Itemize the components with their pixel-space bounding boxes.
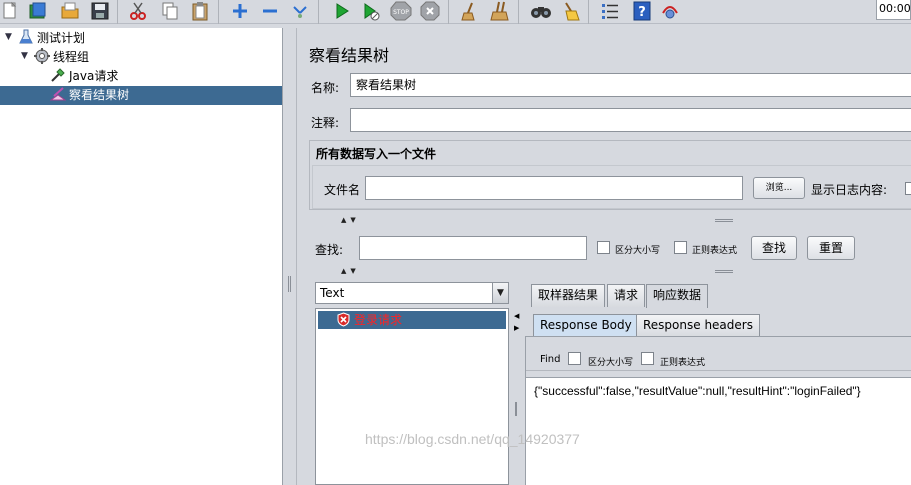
elapsed-time-display: 00:00: [876,0,911,20]
browse-button[interactable]: 浏览... [753,177,805,199]
find-regex-checkbox[interactable] [641,352,654,365]
svg-text:?: ? [638,5,646,20]
watermark: https://blog.csdn.net/qq_14920377 [365,431,580,447]
chevron-left-icon[interactable]: ◀ [514,312,519,320]
start-no-pause-icon[interactable] [361,1,381,21]
tree-collapse-toggle[interactable]: ▼ [21,51,28,61]
comment-field[interactable] [350,108,911,132]
response-body-text[interactable]: {"successful":false,"resultValue":null,"… [526,377,911,485]
toolbar: STOP ? 00:00: [0,0,911,24]
main-splitter[interactable] [284,28,294,485]
find-regex-label: 正则表达式 [660,358,706,368]
renderer-select[interactable]: Text ▼ [315,282,509,304]
list-item[interactable]: 登录请求 [318,311,506,329]
tree-node-view-results-tree[interactable]: 察看结果树 [0,86,282,105]
templates-icon[interactable] [28,1,48,21]
remote-icon[interactable] [660,1,680,21]
write-to-file-section: 所有数据写入一个文件 文件名 浏览... 显示日志内容: [309,140,911,210]
start-icon[interactable] [332,1,352,21]
cut-icon[interactable] [128,1,148,21]
reset-button[interactable]: 重置 [807,236,855,260]
find-case-label: 区分大小写 [588,358,634,368]
expand-icon[interactable] [230,1,250,21]
thread-group-icon [34,48,50,64]
write-to-file-title: 所有数据写入一个文件 [316,147,437,161]
reset-search-icon[interactable] [560,1,580,21]
tab-response-headers[interactable]: Response headers [636,314,760,337]
error-shield-icon [336,312,351,327]
tab-response-body[interactable]: Response Body [533,314,639,337]
search-icon[interactable] [530,1,551,21]
copy-icon[interactable] [160,1,180,21]
find-label: Find [540,354,561,365]
listener-icon [49,86,67,102]
regex-checkbox[interactable] [674,241,687,254]
page-title: 察看结果树 [309,46,390,65]
help-icon[interactable]: ? [632,1,652,21]
chevron-right-icon[interactable]: ▶ [514,324,519,332]
section-splitter[interactable]: ▲▼ [309,216,911,225]
sampler-icon [50,67,66,83]
toggle-icon[interactable] [290,1,310,21]
response-find-bar: Find 区分大小写 正则表达式 [526,345,911,371]
tree-node-java-request[interactable]: Java请求 [50,67,118,86]
response-view: Find 区分大小写 正则表达式 {"successful":false,"re… [525,336,911,485]
find-case-checkbox[interactable] [568,352,581,365]
stop-icon[interactable]: STOP [390,1,412,21]
regex-label: 正则表达式 [692,246,738,256]
listener-config-panel: 察看结果树 名称: 察看结果树 注释: 所有数据写入一个文件 文件名 浏览...… [296,28,911,485]
tree-node-thread-group[interactable]: 线程组 [34,48,89,67]
log-content-label: 显示日志内容: [811,183,888,197]
shutdown-icon[interactable] [420,1,440,21]
search-label: 查找: [315,243,344,257]
find-button[interactable]: 查找 [751,236,797,260]
filename-label: 文件名 [324,183,361,197]
tab-response-data[interactable]: 响应数据 [646,284,709,308]
log-errors-checkbox[interactable] [905,182,911,195]
name-field[interactable]: 察看结果树 [350,73,911,97]
paste-icon[interactable] [190,1,210,21]
tree-node-test-plan[interactable]: 测试计划 [18,29,85,48]
tab-request[interactable]: 请求 [607,284,646,307]
function-helper-icon[interactable] [600,1,620,21]
filename-field[interactable] [365,176,743,200]
tab-sampler-result[interactable]: 取样器结果 [531,284,606,307]
save-icon[interactable] [90,1,110,21]
open-icon[interactable] [60,1,80,21]
case-sensitive-checkbox[interactable] [597,241,610,254]
results-splitter[interactable]: ◀ ▶ [511,282,521,485]
clear-icon[interactable] [460,1,480,21]
clear-all-icon[interactable] [490,1,510,21]
comment-label: 注释: [311,116,340,130]
sample-results-list: 登录请求 [315,308,509,485]
new-icon[interactable] [0,1,20,21]
collapse-icon[interactable] [260,1,280,21]
name-label: 名称: [311,81,340,95]
svg-text:STOP: STOP [393,9,409,16]
search-field[interactable] [359,236,587,260]
section-splitter[interactable]: ▲▼ [309,267,911,276]
tree-collapse-toggle[interactable]: ▼ [5,32,12,42]
case-sensitive-label: 区分大小写 [615,246,661,256]
test-plan-tree: ▼ 测试计划 ▼ 线程组 Java请求 察看结果树 [0,28,283,485]
chevron-down-icon[interactable]: ▼ [492,283,508,303]
test-plan-icon [18,29,34,45]
